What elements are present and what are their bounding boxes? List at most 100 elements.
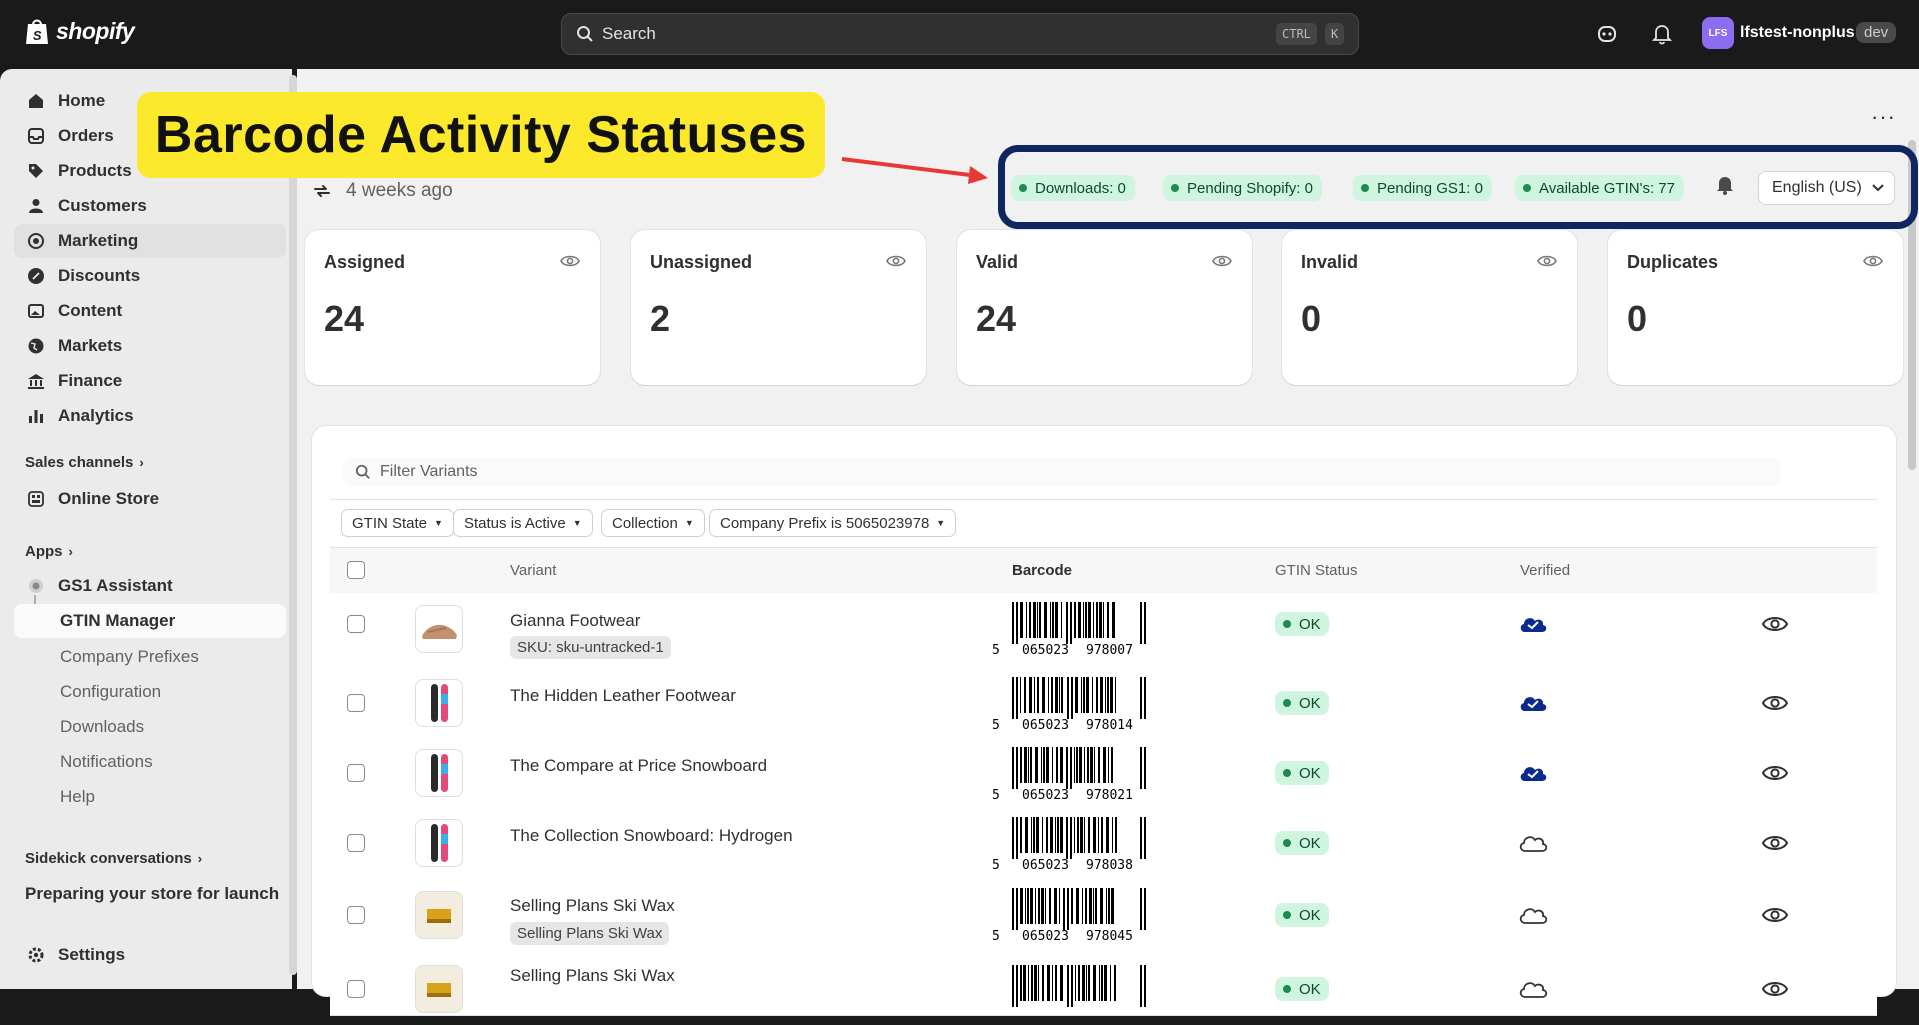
sidekick-icon[interactable] [1593,20,1621,48]
eye-icon[interactable] [1212,254,1232,273]
header-variant: Variant [510,562,557,579]
row-checkbox[interactable] [347,906,365,924]
sidebar-item-content[interactable]: Content [14,294,286,328]
sidekick-label: Sidekick conversations [25,850,192,867]
filter-variants-input[interactable]: Filter Variants [343,457,1780,487]
card-value: 0 [1301,298,1322,339]
subnav-item-company-prefixes[interactable]: Company Prefixes [60,647,199,667]
store-name[interactable]: lfstest-nonplus [1740,24,1855,42]
person-icon [26,196,46,216]
filter-chip[interactable]: Company Prefix is 5065023978 ▼ [709,509,957,537]
card-value: 2 [650,298,671,339]
subnav-item-configuration[interactable]: Configuration [60,682,161,702]
svg-text:5: 5 [992,929,1000,943]
sales-channels-heading[interactable]: Sales channels › [25,454,144,471]
summary-card-duplicates: Duplicates 0 [1608,230,1903,385]
header-barcode[interactable]: Barcode [1012,562,1072,579]
table-row[interactable]: Gianna Footwear SKU: sku-untracked-1 5 0650… [330,593,1877,670]
shopify-logo[interactable]: S shopify [24,16,135,46]
sidebar-item-analytics[interactable]: Analytics [14,399,286,433]
view-eye-icon[interactable] [1761,906,1789,929]
sidebar-scrollbar[interactable] [289,75,297,975]
pending-shopify-status[interactable]: Pending Shopify: 0 [1163,175,1322,201]
language-value: English (US) [1772,179,1862,196]
variant-name[interactable]: The Hidden Leather Footwear [510,686,736,706]
sidebar-item-finance[interactable]: Finance [14,364,286,398]
sidekick-conversation-item[interactable]: Preparing your store for launch [25,884,279,904]
subnav-item-help[interactable]: Help [60,787,95,807]
eye-icon[interactable] [560,254,580,273]
product-thumbnail [415,679,463,727]
downloads-status[interactable]: Downloads: 0 [1011,175,1135,201]
pending-gs1-status[interactable]: Pending GS1: 0 [1353,175,1492,201]
sidebar-item-gtin-manager[interactable]: GTIN Manager [14,604,286,638]
status-dot [1283,699,1291,707]
sidebar-item-customers[interactable]: Customers [14,189,286,223]
table-row[interactable]: The Compare at Price Snowboard 5 065023 978… [330,739,1877,810]
table-row[interactable]: The Collection Snowboard: Hydrogen 5 06502… [330,809,1877,880]
refresh-icon[interactable] [312,181,332,201]
pending-gs1-label: Pending GS1: 0 [1377,179,1483,197]
row-checkbox[interactable] [347,615,365,633]
sku-badge: Selling Plans Ski Wax [510,922,670,945]
gtin-status-label: OK [1299,906,1321,924]
sidebar-item-discounts[interactable]: Discounts [14,259,286,293]
view-eye-icon[interactable] [1761,834,1789,857]
apps-heading[interactable]: Apps › [25,543,73,560]
notifications-bell-icon[interactable] [1648,20,1676,48]
row-checkbox[interactable] [347,764,365,782]
summary-card-invalid: Invalid 0 [1282,230,1577,385]
variant-name[interactable]: Selling Plans Ski Wax [510,966,675,986]
sidebar-item-settings[interactable]: Settings [14,938,286,972]
variant-name[interactable]: Selling Plans Ski Wax [510,896,675,916]
select-all-checkbox[interactable] [347,561,365,579]
language-select[interactable]: English (US) [1758,171,1895,205]
sidebar-item-marketing[interactable]: Marketing [14,224,286,258]
sync-row: 4 weeks ago [312,180,453,202]
view-eye-icon[interactable] [1761,694,1789,717]
table-row[interactable]: Selling Plans Ski Wax Selling Plans Ski W… [330,879,1877,956]
filter-chip[interactable]: Collection ▼ [601,509,705,537]
filter-chip-label: GTIN State [352,514,428,532]
avatar[interactable]: LFS [1702,17,1734,49]
eye-icon[interactable] [1863,254,1883,273]
eye-icon[interactable] [886,254,906,273]
view-eye-icon[interactable] [1761,615,1789,638]
filter-chip[interactable]: GTIN State ▼ [341,509,454,537]
sidebar-item-label: Finance [58,371,123,390]
variant-name[interactable]: The Collection Snowboard: Hydrogen [510,826,793,846]
sidebar-item-gs1-assistant[interactable]: GS1 Assistant [14,569,286,603]
sidebar-item-label: GTIN Manager [60,611,176,630]
available-gtins-label: Available GTIN's: 77 [1539,179,1675,197]
table-row[interactable]: Selling Plans Ski Wax OK [330,955,1877,1016]
row-checkbox[interactable] [347,834,365,852]
status-dot [1171,184,1179,192]
gtin-status-label: OK [1299,764,1321,782]
shopify-bag-icon: S [26,19,48,44]
svg-text:978021: 978021 [1086,788,1133,802]
sidebar-item-markets[interactable]: Markets [14,329,286,363]
filter-chip[interactable]: Status is Active ▼ [453,509,593,537]
more-actions-icon[interactable]: ··· [1871,104,1896,130]
svg-text:978007: 978007 [1086,643,1133,657]
table-row[interactable]: The Hidden Leather Footwear 5 065023 978014… [330,669,1877,740]
available-gtins-status[interactable]: Available GTIN's: 77 [1515,175,1684,201]
variant-name[interactable]: Gianna Footwear [510,611,640,631]
eye-icon[interactable] [1537,254,1557,273]
view-eye-icon[interactable] [1761,980,1789,1003]
subnav-item-notifications[interactable]: Notifications [60,752,153,772]
app-bell-icon[interactable] [1715,174,1735,201]
gtin-status-badge: OK [1275,903,1329,927]
sidekick-heading[interactable]: Sidekick conversations › [25,850,202,867]
subnav-item-downloads[interactable]: Downloads [60,717,144,737]
variant-name[interactable]: The Compare at Price Snowboard [510,756,767,776]
row-checkbox[interactable] [347,694,365,712]
row-checkbox[interactable] [347,980,365,998]
annotation-title: Barcode Activity Statuses [137,92,825,178]
sidebar-item-online-store[interactable]: Online Store [14,482,286,516]
barcode-image: 5 065023 978021 [990,747,1160,803]
svg-text:5: 5 [992,643,1000,657]
search-bar[interactable]: Search CTRL K [561,13,1359,55]
view-eye-icon[interactable] [1761,764,1789,787]
orders-icon [26,126,46,146]
